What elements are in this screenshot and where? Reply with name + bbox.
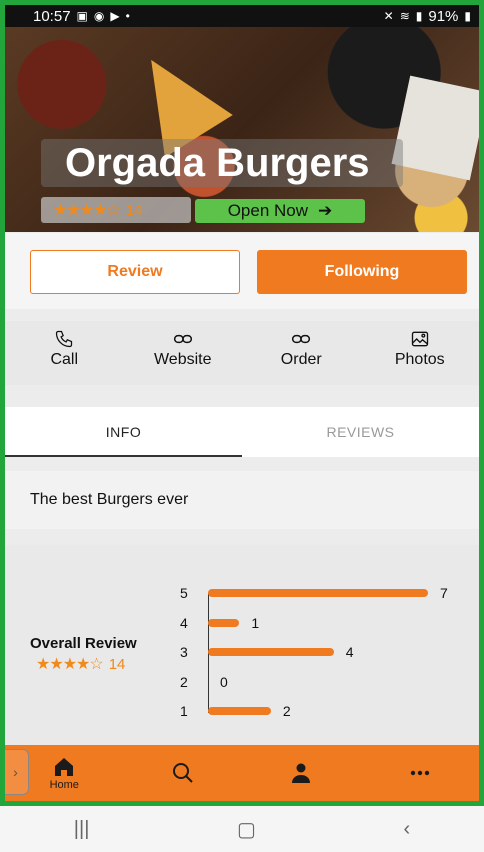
link-icon bbox=[292, 334, 311, 344]
status-bar: 10:57 ▣ ◉ ▶ • ✕ ≋ ▮ 91% ▮ bbox=[5, 5, 479, 27]
nav-profile[interactable] bbox=[242, 745, 361, 801]
order-label: Order bbox=[280, 351, 322, 368]
person-icon bbox=[292, 763, 311, 783]
rating-stars: ★★★★☆ bbox=[53, 202, 121, 219]
overall-stars: ★★★★☆ bbox=[36, 656, 104, 673]
recents-icon[interactable]: ||| bbox=[74, 818, 90, 841]
signal-icon: ▮ bbox=[415, 9, 423, 23]
photos-label: Photos bbox=[394, 351, 445, 368]
action-buttons: Review Following bbox=[5, 233, 479, 309]
photos-icon bbox=[411, 331, 428, 347]
distribution-row-3: 34 bbox=[180, 642, 354, 662]
call-action[interactable]: Call bbox=[5, 321, 124, 385]
distribution-star-label: 4 bbox=[180, 614, 188, 631]
rating-distribution: 5741342012 bbox=[180, 583, 470, 719]
website-action[interactable]: Website bbox=[124, 321, 243, 385]
tab-info[interactable]: INFO bbox=[5, 407, 242, 457]
description: The best Burgers ever bbox=[5, 471, 479, 529]
nav-more[interactable] bbox=[361, 745, 480, 801]
overall-rating: ★★★★☆ 14 bbox=[30, 654, 137, 674]
battery-percent: 91% bbox=[428, 7, 459, 25]
dot-icon: • bbox=[125, 9, 130, 23]
home-icon bbox=[55, 758, 74, 776]
youtube-icon: ▶ bbox=[110, 9, 120, 23]
distribution-row-1: 12 bbox=[180, 701, 291, 721]
search-icon bbox=[172, 763, 193, 783]
quick-actions: Call Website Order Photos bbox=[5, 321, 479, 385]
review-summary: Overall Review ★★★★☆ 14 5741342012 bbox=[5, 545, 479, 747]
back-icon[interactable]: ‹ bbox=[404, 818, 411, 841]
tab-bar: INFO REVIEWS bbox=[5, 407, 479, 457]
mute-icon: ✕ bbox=[383, 9, 394, 23]
rating-badge: ★★★★☆ 14 bbox=[41, 197, 191, 223]
app-frame: 10:57 ▣ ◉ ▶ • ✕ ≋ ▮ 91% ▮ Orgada Burgers… bbox=[0, 0, 484, 806]
photos-action[interactable]: Photos bbox=[361, 321, 480, 385]
distribution-count: 0 bbox=[220, 673, 228, 690]
distribution-count: 4 bbox=[345, 644, 354, 660]
overall-review: Overall Review ★★★★☆ 14 bbox=[30, 635, 137, 674]
arrow-right-icon: ➔ bbox=[318, 201, 333, 220]
distribution-star-label: 3 bbox=[180, 644, 188, 660]
call-label: Call bbox=[50, 351, 79, 368]
distribution-count: 2 bbox=[282, 703, 291, 719]
battery-icon: ▮ bbox=[464, 9, 471, 23]
more-icon bbox=[410, 770, 429, 776]
restaurant-name: Orgada Burgers bbox=[41, 139, 403, 187]
distribution-bar bbox=[208, 618, 240, 627]
nav-search[interactable] bbox=[124, 745, 243, 801]
tab-reviews[interactable]: REVIEWS bbox=[242, 407, 479, 457]
distribution-row-2: 20 bbox=[180, 672, 228, 692]
distribution-star-label: 1 bbox=[180, 703, 188, 719]
distribution-bar bbox=[208, 589, 428, 597]
distribution-bar bbox=[208, 707, 271, 715]
image-icon: ▣ bbox=[76, 9, 88, 23]
distribution-row-5: 57 bbox=[180, 583, 448, 603]
home-circle-icon[interactable]: ▢ bbox=[237, 817, 256, 842]
distribution-count: 1 bbox=[251, 614, 260, 631]
open-status-text: Open Now bbox=[227, 201, 309, 220]
order-action[interactable]: Order bbox=[242, 321, 361, 385]
following-button[interactable]: Following bbox=[257, 250, 467, 294]
distribution-star-label: 2 bbox=[180, 673, 188, 690]
overall-review-title: Overall Review bbox=[30, 635, 137, 652]
link-icon bbox=[173, 334, 192, 344]
review-button[interactable]: Review bbox=[30, 250, 240, 294]
status-time: 10:57 bbox=[33, 7, 71, 25]
rating-count: 14 bbox=[125, 201, 143, 219]
bottom-nav: Home bbox=[5, 745, 479, 801]
phone-icon bbox=[56, 330, 73, 348]
nav-home-label: Home bbox=[49, 779, 79, 791]
wifi-icon: ≋ bbox=[399, 9, 410, 23]
open-status-badge: Open Now ➔ bbox=[195, 199, 365, 223]
app-icon: ◉ bbox=[93, 9, 105, 23]
drawer-handle[interactable]: › bbox=[5, 749, 29, 795]
distribution-bar bbox=[208, 648, 334, 656]
system-nav-bar: ||| ▢ ‹ bbox=[0, 806, 484, 852]
hero-banner: Orgada Burgers ★★★★☆ 14 Open Now ➔ bbox=[5, 27, 479, 232]
overall-count: 14 bbox=[108, 655, 126, 673]
hero-paper bbox=[391, 75, 479, 181]
website-label: Website bbox=[153, 351, 212, 368]
distribution-star-label: 5 bbox=[180, 585, 188, 601]
distribution-count: 7 bbox=[440, 585, 448, 601]
distribution-row-4: 41 bbox=[180, 613, 259, 633]
